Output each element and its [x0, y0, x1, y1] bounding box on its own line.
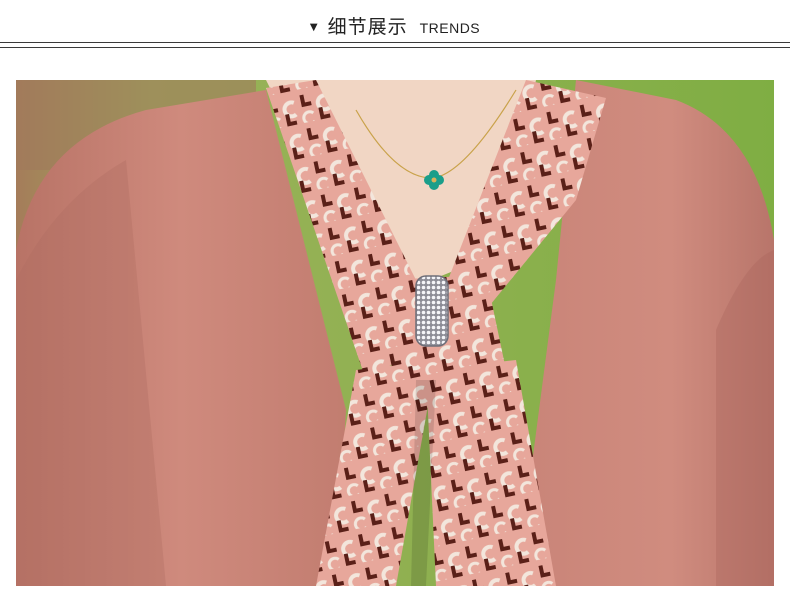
- header-rule-bottom: [0, 47, 790, 48]
- section-title-chinese: 细节展示: [327, 16, 408, 38]
- section-header: ▼ 细节展示 TRENDS: [0, 0, 790, 52]
- section-title-english: TRENDS: [419, 20, 481, 36]
- product-detail-photo: [16, 80, 774, 586]
- section-title: ▼ 细节展示 TRENDS: [0, 12, 790, 39]
- header-rule-top: [0, 42, 790, 43]
- triangle-down-icon: ▼: [309, 22, 318, 33]
